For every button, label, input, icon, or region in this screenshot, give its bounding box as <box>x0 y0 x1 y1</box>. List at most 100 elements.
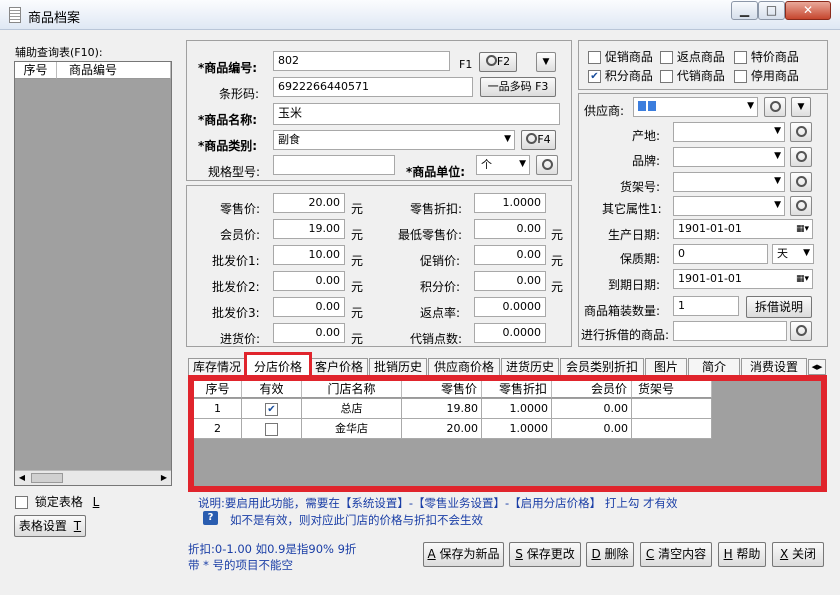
flag-special[interactable]: 特价商品 <box>734 48 799 65</box>
points-input[interactable]: 0.00 <box>474 271 546 291</box>
shelf-select[interactable]: ▼ <box>673 172 785 192</box>
name-input[interactable]: 玉米 <box>273 103 560 125</box>
flag-promo[interactable]: 促销商品 <box>588 48 653 65</box>
lock-checkbox-box[interactable] <box>15 496 28 509</box>
flag-promo-box[interactable] <box>588 51 601 64</box>
scroll-right-icon[interactable]: ▶ <box>157 471 171 485</box>
flag-disabled-box[interactable] <box>734 70 747 83</box>
save-as-new-button[interactable]: A 保存为新品 <box>423 542 504 567</box>
flag-rebate-box[interactable] <box>660 51 673 64</box>
flag-rebate[interactable]: 返点商品 <box>660 48 725 65</box>
row1-store[interactable]: 总店 <box>302 399 402 419</box>
wholesale1-label: 批发价1: <box>212 254 260 268</box>
box-qty-input[interactable]: 1 <box>673 296 739 316</box>
multi-code-button[interactable]: 一品多码 F3 <box>480 77 556 97</box>
note-line-2: 如不是有效，则对应此门店的价格与折扣不会生效 <box>230 513 483 527</box>
close-window-button[interactable]: ✕ <box>785 1 831 20</box>
unit-select[interactable]: 个 ▼ <box>476 155 530 175</box>
origin-lookup-button[interactable] <box>790 122 812 142</box>
split-goods-input[interactable] <box>673 321 787 341</box>
scroll-thumb[interactable] <box>31 473 63 483</box>
wholesale2-input[interactable]: 0.00 <box>273 271 345 291</box>
row2-valid[interactable] <box>242 419 302 439</box>
consign-input[interactable]: 0.0000 <box>474 323 546 343</box>
wholesale1-input[interactable]: 10.00 <box>273 245 345 265</box>
row2-member[interactable]: 0.00 <box>552 419 632 439</box>
tab-scroll-arrows[interactable]: ◀▶ <box>808 359 826 375</box>
promo-input[interactable]: 0.00 <box>474 245 546 265</box>
store-price-highlight: 序号 有效 门店名称 零售价 零售折扣 会员价 货架号 1 ✔ 总店 19.80… <box>188 375 827 492</box>
row1-shelf[interactable] <box>632 399 712 419</box>
minimize-button[interactable]: ▁ <box>731 1 758 20</box>
rebate-input[interactable]: 0.0000 <box>474 297 546 317</box>
row2-retail[interactable]: 20.00 <box>402 419 482 439</box>
calendar-icon[interactable]: ▦▾ <box>796 222 809 236</box>
split-explain-button[interactable]: 拆借说明 <box>746 296 812 318</box>
flag-consign-box[interactable] <box>660 70 673 83</box>
row2-discount[interactable]: 1.0000 <box>482 419 552 439</box>
flag-consign[interactable]: 代销商品 <box>660 67 725 84</box>
flag-disabled[interactable]: 停用商品 <box>734 67 799 84</box>
aux-scrollbar[interactable]: ◀ ▶ <box>15 470 171 485</box>
supplier-select[interactable]: ▼ <box>633 97 758 117</box>
supplier-dropdown-button[interactable]: ▼ <box>791 97 811 117</box>
brand-lookup-button[interactable] <box>790 147 812 167</box>
code-lookup-button[interactable]: F2 <box>479 52 517 72</box>
row1-valid[interactable]: ✔ <box>242 399 302 419</box>
table-settings-button[interactable]: 表格设置 T <box>14 515 86 537</box>
code-dropdown-button[interactable]: ▼ <box>536 52 556 72</box>
discount-input[interactable]: 1.0000 <box>474 193 546 213</box>
code-input[interactable]: 802 <box>273 51 450 71</box>
expiry-label: 到期日期: <box>608 278 661 292</box>
shelf-lookup-button[interactable] <box>790 172 812 192</box>
prod-date-input[interactable]: 1901-01-01 ▦▾ <box>673 219 813 239</box>
close-button[interactable]: X 关闭 <box>772 542 824 567</box>
other-attr-select[interactable]: ▼ <box>673 196 785 216</box>
wholesale2-unit: 元 <box>351 280 364 294</box>
calendar-icon[interactable]: ▦▾ <box>796 272 809 286</box>
other-attr-lookup-button[interactable] <box>790 196 812 216</box>
row1-discount[interactable]: 1.0000 <box>482 399 552 419</box>
spec-input[interactable] <box>273 155 395 175</box>
unit-lookup-button[interactable] <box>536 155 558 175</box>
delete-button[interactable]: D 删除 <box>586 542 634 567</box>
brand-select[interactable]: ▼ <box>673 147 785 167</box>
category-select[interactable]: 副食 ▼ <box>273 130 515 150</box>
supplier-label: 供应商: <box>584 104 625 118</box>
split-goods-lookup-button[interactable] <box>790 321 812 341</box>
save-changes-key: S <box>515 547 523 561</box>
save-changes-button[interactable]: S 保存更改 <box>509 542 581 567</box>
origin-select[interactable]: ▼ <box>673 122 785 142</box>
scroll-left-icon[interactable]: ◀ <box>15 471 29 485</box>
lock-table-checkbox[interactable]: 锁定表格 L <box>15 493 99 510</box>
retail-input[interactable]: 20.00 <box>273 193 345 213</box>
row1-valid-checkbox[interactable]: ✔ <box>265 402 278 416</box>
supplier-lookup-button[interactable] <box>764 97 786 117</box>
row2-store[interactable]: 金华店 <box>302 419 402 439</box>
row1-member[interactable]: 0.00 <box>552 399 632 419</box>
purchase-input[interactable]: 0.00 <box>273 323 345 343</box>
clear-button[interactable]: C 清空内容 <box>640 542 712 567</box>
store-price-grid[interactable]: 序号 有效 门店名称 零售价 零售折扣 会员价 货架号 1 ✔ 总店 19.80… <box>194 381 821 486</box>
title-bar: 商品档案 ▁ □ ✕ <box>0 0 840 30</box>
barcode-input[interactable]: 6922266440571 <box>273 77 473 97</box>
shelf-life-unit-select[interactable]: 天 ▼ <box>772 244 814 264</box>
row2-valid-checkbox[interactable] <box>265 422 278 436</box>
member-input[interactable]: 19.00 <box>273 219 345 239</box>
category-lookup-button[interactable]: F4 <box>521 130 556 150</box>
expiry-input[interactable]: 1901-01-01 ▦▾ <box>673 269 813 289</box>
flag-special-box[interactable] <box>734 51 747 64</box>
flag-points-box[interactable]: ✔ <box>588 70 601 83</box>
flag-points[interactable]: ✔ 积分商品 <box>588 67 653 84</box>
chevron-right-icon[interactable]: ▶ <box>817 363 822 371</box>
wholesale3-input[interactable]: 0.00 <box>273 297 345 317</box>
row2-shelf[interactable] <box>632 419 712 439</box>
maximize-button[interactable]: □ <box>758 1 785 20</box>
row1-retail[interactable]: 19.80 <box>402 399 482 419</box>
tab-store-price[interactable]: 分店价格 <box>244 352 312 377</box>
min-retail-input[interactable]: 0.00 <box>474 219 546 239</box>
bottom-note-2: 带 * 号的项目不能空 <box>188 558 294 572</box>
help-button[interactable]: H 帮助 <box>718 542 766 567</box>
aux-query-table[interactable]: 序号 商品编号 ◀ ▶ <box>14 61 172 486</box>
shelf-life-input[interactable]: 0 <box>673 244 768 264</box>
